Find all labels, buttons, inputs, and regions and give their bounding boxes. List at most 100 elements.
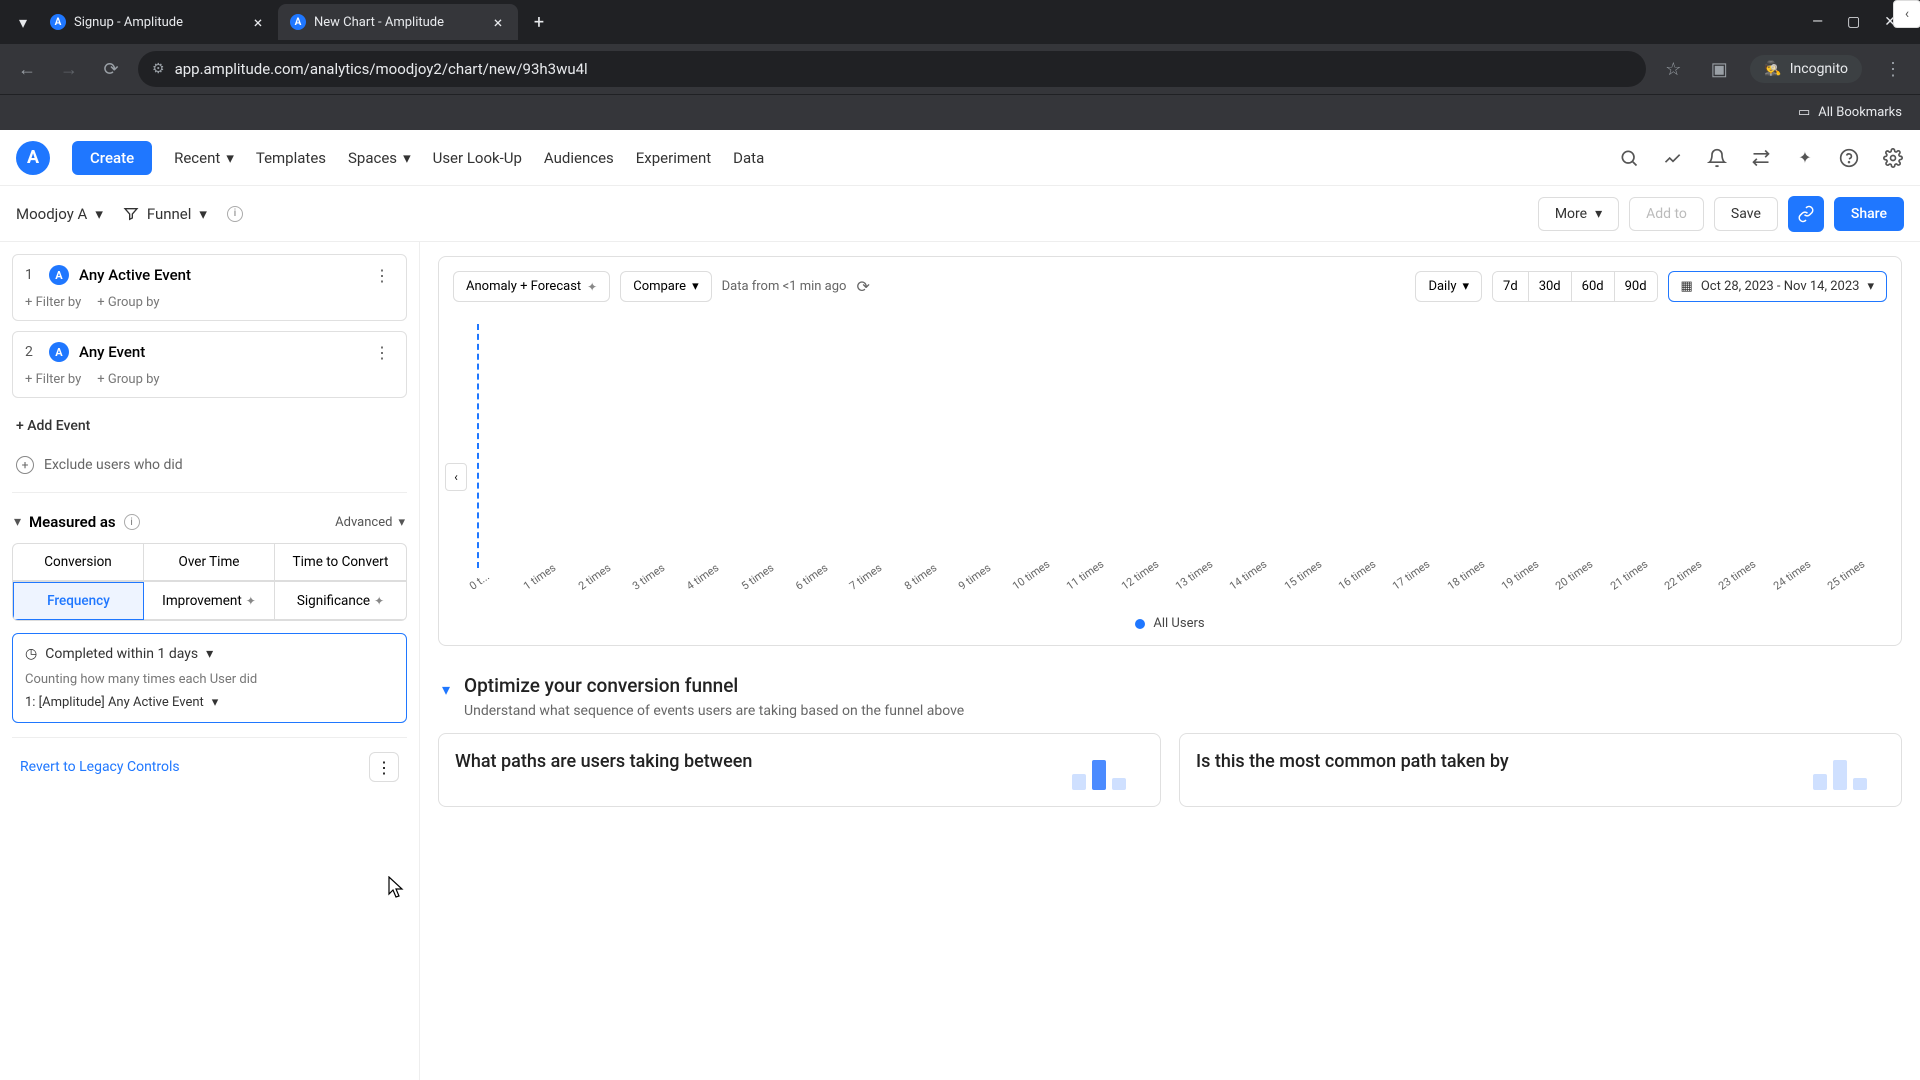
measured-as-header[interactable]: ▾ Measured as i Advanced▾	[12, 507, 407, 543]
kebab-menu-icon[interactable]: ⋮	[370, 266, 394, 285]
refresh-icon[interactable]: ⟳	[856, 277, 869, 296]
x-axis-tick: 14 times	[1227, 551, 1286, 603]
chevron-down-icon: ▾	[1463, 279, 1470, 294]
close-icon[interactable]: ×	[490, 14, 506, 30]
chart-type-selector[interactable]: Funnel▾	[123, 205, 207, 223]
back-icon[interactable]: ←	[12, 54, 42, 84]
x-axis-tick: 3 times	[630, 551, 689, 603]
chart-sub-header: Moodjoy A▾ Funnel▾ i ‹ More▾ Add to Save…	[0, 186, 1920, 242]
amplitude-favicon: A	[50, 14, 66, 30]
forward-icon[interactable]: →	[54, 54, 84, 84]
counting-event-selector[interactable]: 1: [Amplitude] Any Active Event ▾	[25, 695, 394, 710]
nav-user-lookup[interactable]: User Look-Up	[433, 149, 522, 167]
browser-tab[interactable]: A Signup - Amplitude ×	[38, 4, 278, 40]
minimize-icon[interactable]: —	[1812, 14, 1823, 30]
amplitude-logo[interactable]: A	[16, 141, 50, 175]
sparkle-icon[interactable]: ✦	[1794, 147, 1816, 169]
bookmark-star-icon[interactable]: ☆	[1658, 54, 1688, 84]
nav-recent[interactable]: Recent▾	[174, 149, 234, 167]
maximize-icon[interactable]: ▢	[1847, 14, 1860, 30]
share-button[interactable]: Share	[1834, 197, 1904, 231]
browser-menu-icon[interactable]: ⋮	[1878, 54, 1908, 84]
add-event-button[interactable]: + Add Event	[12, 408, 407, 444]
interval-selector[interactable]: Daily▾	[1415, 271, 1482, 302]
kebab-menu-icon[interactable]: ⋮	[369, 752, 399, 782]
insight-card[interactable]: Is this the most common path taken by	[1179, 733, 1902, 807]
more-button[interactable]: More▾	[1538, 197, 1619, 231]
chart-plot: ‹ 0 t...1 times2 times3 times4 times5 ti…	[453, 318, 1887, 608]
close-icon[interactable]: ×	[250, 14, 266, 30]
event-name[interactable]: Any Active Event	[79, 266, 360, 284]
range-90d[interactable]: 90d	[1615, 272, 1657, 301]
x-axis-tick: 1 times	[521, 551, 580, 603]
chart-legend[interactable]: All Users	[453, 616, 1887, 631]
incognito-icon: 🕵	[1764, 61, 1781, 77]
collapse-panel-button[interactable]: ‹	[1893, 0, 1920, 28]
chart-scroll-left[interactable]: ‹	[445, 463, 467, 491]
add-filter-button[interactable]: + Filter by	[25, 372, 81, 387]
section-title: Measured as	[29, 513, 116, 531]
insight-card[interactable]: What paths are users taking between	[438, 733, 1161, 807]
help-icon[interactable]	[1838, 147, 1860, 169]
gear-icon[interactable]	[1882, 147, 1904, 169]
tab-search-dropdown[interactable]: ▾	[8, 7, 38, 37]
range-7d[interactable]: 7d	[1493, 272, 1529, 301]
swap-icon[interactable]	[1750, 147, 1772, 169]
amplitude-event-icon: A	[49, 342, 69, 362]
copy-link-button[interactable]	[1788, 196, 1824, 232]
bell-icon[interactable]	[1706, 147, 1728, 169]
info-icon[interactable]: i	[227, 206, 243, 222]
new-tab-button[interactable]: +	[524, 7, 554, 37]
tab-frequency[interactable]: Frequency	[13, 582, 144, 620]
nav-templates[interactable]: Templates	[256, 149, 326, 167]
x-axis-tick: 18 times	[1445, 551, 1504, 603]
url-input[interactable]: ⚙ app.amplitude.com/analytics/moodjoy2/c…	[138, 51, 1646, 87]
project-selector[interactable]: Moodjoy A▾	[16, 205, 103, 223]
event-step-card: 1 A Any Active Event ⋮ + Filter by + Gro…	[12, 254, 407, 321]
range-30d[interactable]: 30d	[1529, 272, 1572, 301]
range-60d[interactable]: 60d	[1572, 272, 1615, 301]
create-button[interactable]: Create	[72, 141, 152, 175]
tab-time-to-convert[interactable]: Time to Convert	[275, 544, 406, 581]
optimize-header[interactable]: ▾ Optimize your conversion funnel Unders…	[438, 666, 1902, 733]
anomaly-forecast-button[interactable]: Anomaly + Forecast✦	[453, 271, 610, 302]
app-top-nav: A Create Recent▾ Templates Spaces▾ User …	[0, 130, 1920, 186]
compare-button[interactable]: Compare▾	[620, 271, 711, 302]
info-icon[interactable]: i	[124, 514, 140, 530]
reload-icon[interactable]: ⟳	[96, 54, 126, 84]
x-axis-tick: 22 times	[1662, 551, 1721, 603]
browser-tab[interactable]: A New Chart - Amplitude ×	[278, 4, 518, 40]
chevron-down-icon: ▾	[95, 205, 103, 223]
add-group-button[interactable]: + Group by	[97, 372, 159, 387]
exclude-users-button[interactable]: + Exclude users who did	[12, 444, 407, 493]
tab-significance[interactable]: Significance✦	[275, 582, 406, 620]
all-bookmarks-link[interactable]: All Bookmarks	[1818, 105, 1902, 120]
nav-experiment[interactable]: Experiment	[636, 149, 711, 167]
tab-improvement[interactable]: Improvement✦	[144, 582, 275, 620]
nav-data[interactable]: Data	[733, 149, 764, 167]
completed-within-selector[interactable]: ◷ Completed within 1 days ▾	[25, 646, 394, 662]
add-to-button[interactable]: Add to	[1629, 197, 1704, 231]
tab-over-time[interactable]: Over Time	[144, 544, 275, 581]
advanced-toggle[interactable]: Advanced▾	[335, 515, 405, 530]
incognito-badge[interactable]: 🕵 Incognito	[1750, 55, 1862, 83]
date-range-picker[interactable]: ▦ Oct 28, 2023 - Nov 14, 2023 ▾	[1668, 271, 1887, 302]
kebab-menu-icon[interactable]: ⋮	[370, 343, 394, 362]
funnel-icon	[123, 206, 139, 222]
save-button[interactable]: Save	[1714, 197, 1778, 231]
site-settings-icon[interactable]: ⚙	[152, 61, 165, 77]
add-group-button[interactable]: + Group by	[97, 295, 159, 310]
insights-icon[interactable]	[1662, 147, 1684, 169]
search-icon[interactable]	[1618, 147, 1640, 169]
event-name[interactable]: Any Event	[79, 343, 360, 361]
tab-conversion[interactable]: Conversion	[13, 544, 144, 581]
nav-spaces[interactable]: Spaces▾	[348, 149, 411, 167]
y-axis-stub	[477, 324, 479, 568]
insight-illustration	[1805, 750, 1885, 790]
nav-audiences[interactable]: Audiences	[544, 149, 614, 167]
add-filter-button[interactable]: + Filter by	[25, 295, 81, 310]
counting-description: Counting how many times each User did	[25, 672, 394, 687]
revert-legacy-link[interactable]: Revert to Legacy Controls	[20, 759, 180, 775]
side-panel-icon[interactable]: ▣	[1704, 54, 1734, 84]
quick-range-group: 7d 30d 60d 90d	[1492, 271, 1658, 302]
